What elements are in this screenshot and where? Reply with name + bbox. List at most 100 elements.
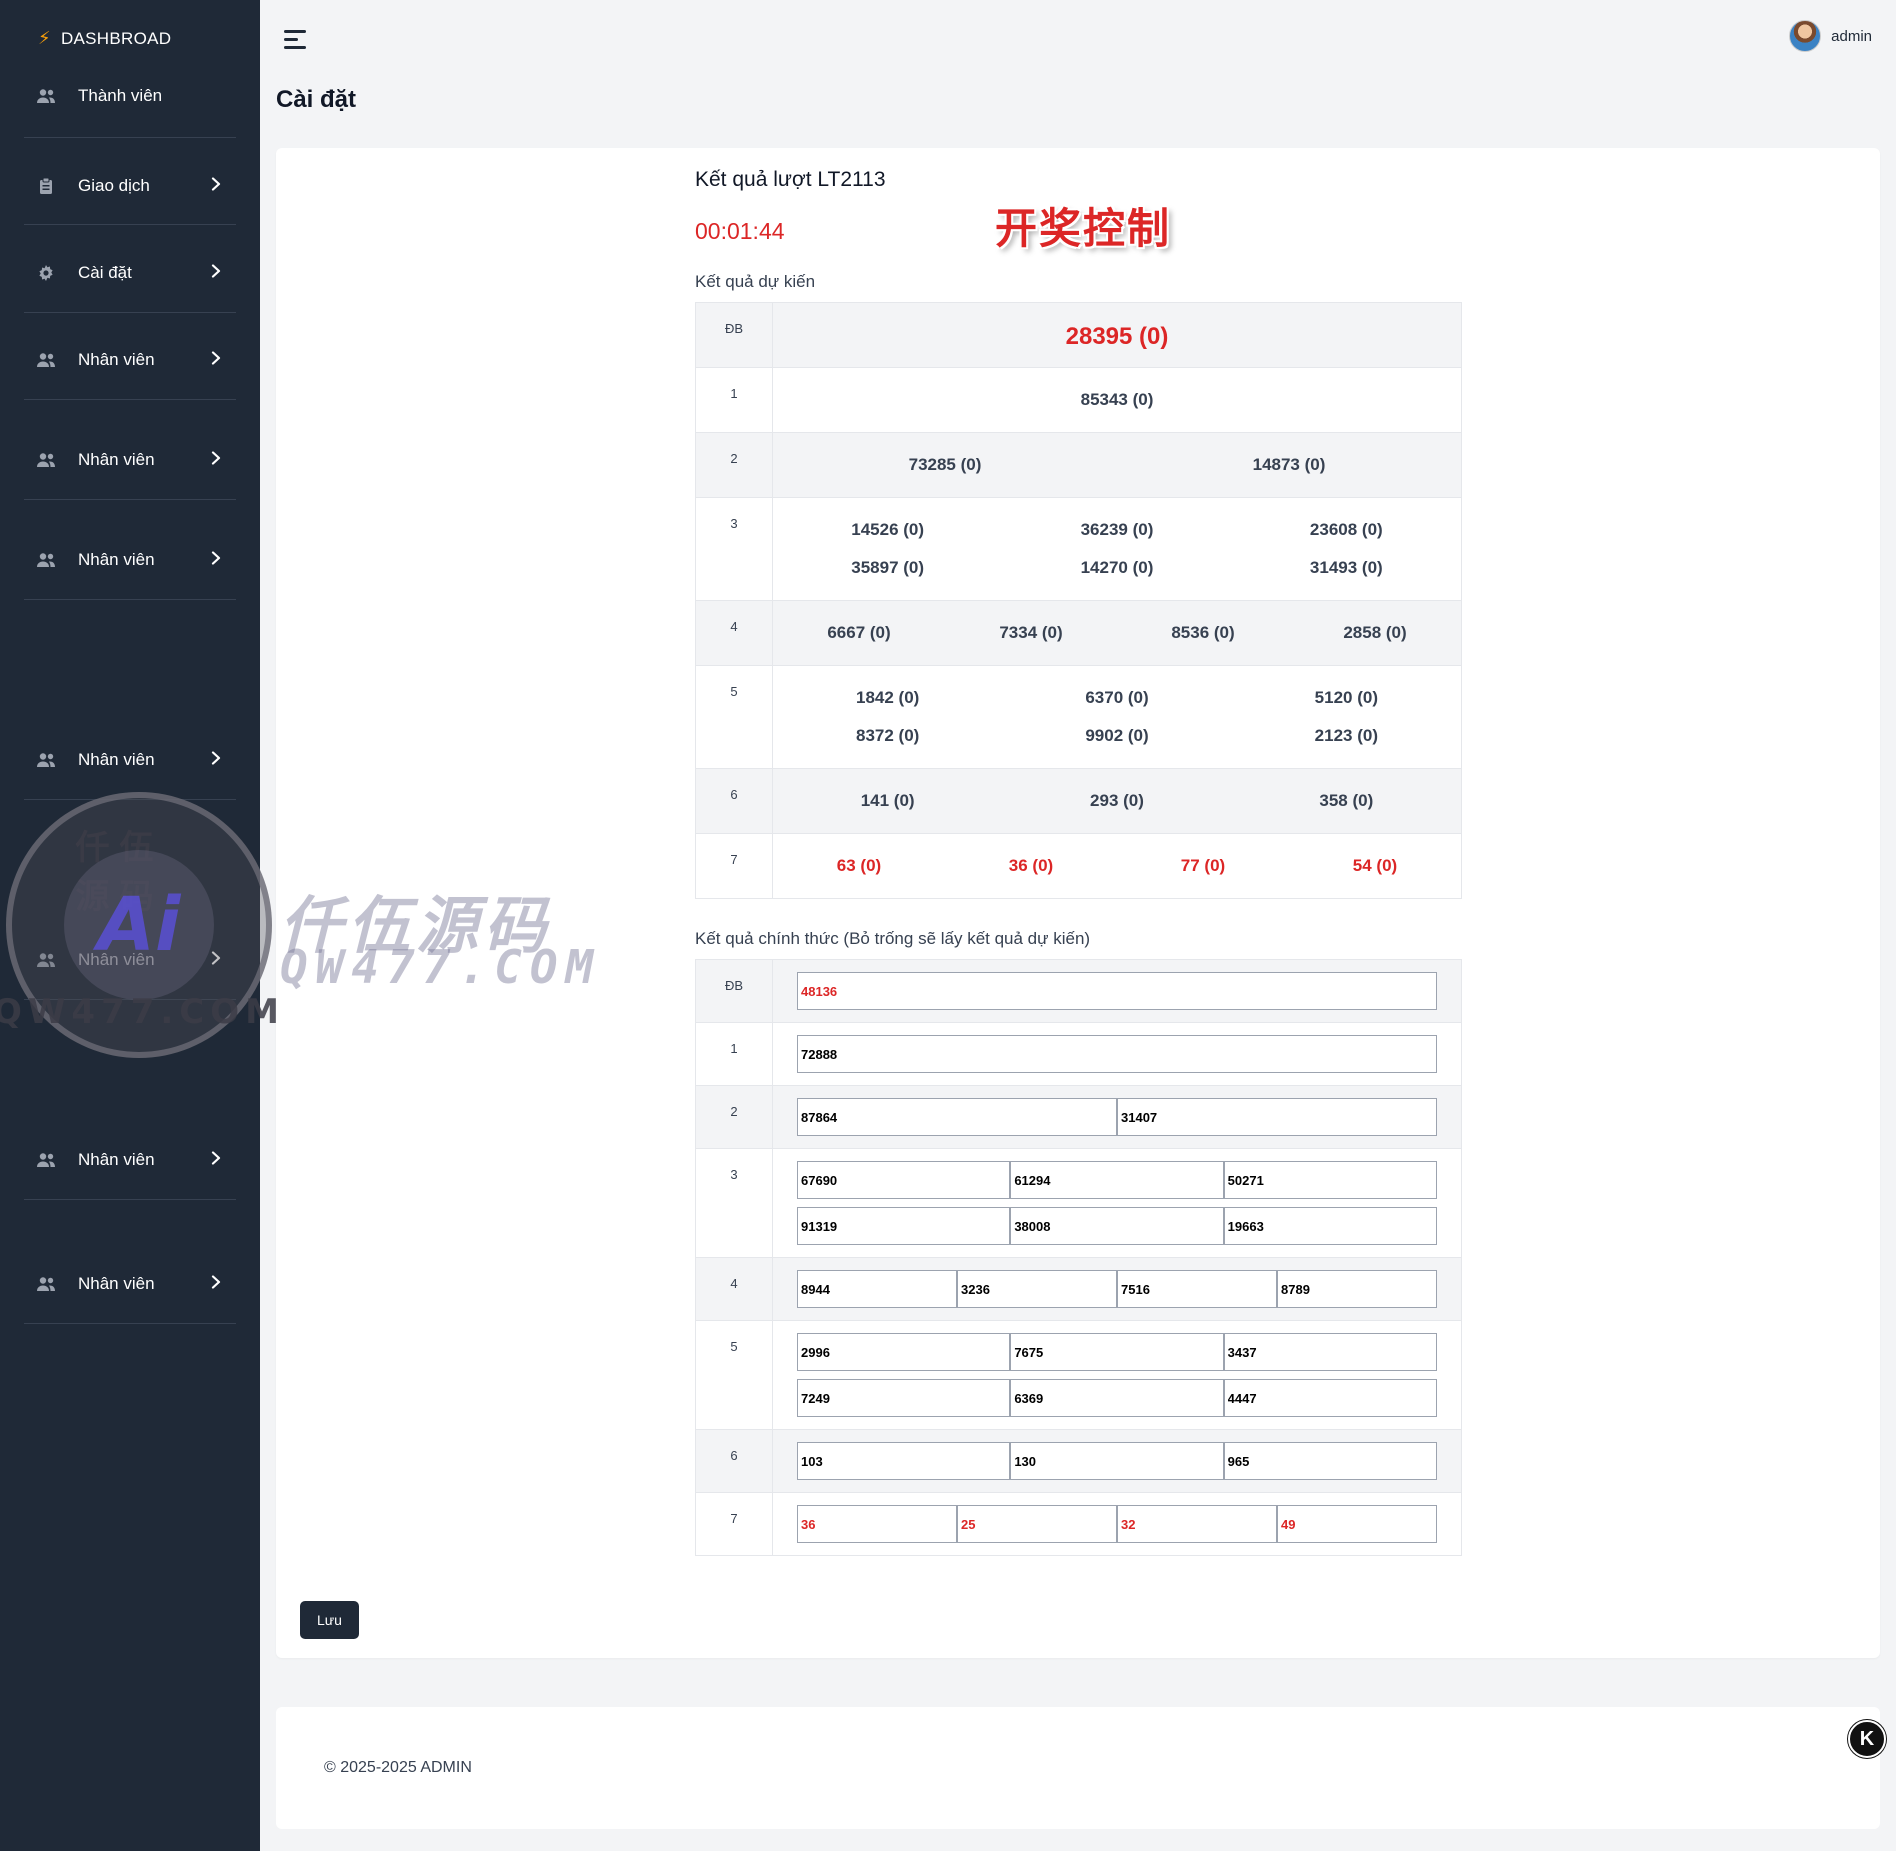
- clipboard-icon: [36, 176, 56, 196]
- official-result-input[interactable]: [1010, 1207, 1224, 1245]
- sidebar-item-label: Nhân viên: [78, 749, 155, 769]
- prize-label: 4: [695, 600, 773, 666]
- chevron-right-icon: [206, 1148, 226, 1171]
- prize-row: 7: [695, 1492, 1462, 1556]
- sidebar-item-giao-dich[interactable]: Giao dịch: [24, 174, 236, 197]
- prize-row: ĐB 28395 (0): [695, 302, 1462, 368]
- chevron-right-icon: [206, 348, 226, 371]
- prize-values: [772, 1429, 1462, 1493]
- save-button[interactable]: Lưu: [300, 1601, 359, 1639]
- official-result-input[interactable]: [1223, 1207, 1437, 1245]
- prize-label: 5: [695, 665, 773, 769]
- prize-values: [772, 1085, 1462, 1149]
- prize-label: 4: [695, 1257, 773, 1321]
- official-result-input[interactable]: [797, 1207, 1011, 1245]
- prize-label: 1: [695, 1022, 773, 1086]
- official-result-input[interactable]: [1010, 1161, 1224, 1199]
- chevron-right-icon: [206, 448, 226, 471]
- sidebar-item-nhan-vien[interactable]: Nhân viên: [24, 1272, 236, 1295]
- prize-label: ĐB: [695, 959, 773, 1023]
- users-icon: [36, 1274, 56, 1294]
- official-result-input[interactable]: [797, 1098, 1117, 1136]
- brand[interactable]: ⚡ DASHBROAD: [38, 28, 171, 49]
- prize-label: 5: [695, 1320, 773, 1430]
- prize-label: 3: [695, 1148, 773, 1258]
- round-title: Kết quả lượt LT2113: [695, 168, 886, 191]
- prize-row: 2 73285 (0) 14873 (0): [695, 432, 1462, 498]
- expected-results-table: ĐB 28395 (0) 1 85343 (0) 2 73285 (0) 14873 (0)…: [695, 302, 1462, 899]
- avatar: [1789, 20, 1822, 52]
- chevron-right-icon: [206, 261, 226, 284]
- official-result-input[interactable]: [797, 1333, 1011, 1371]
- official-result-input[interactable]: [797, 1442, 1011, 1480]
- sidebar-item-nhan-vien[interactable]: Nhân viên: [24, 748, 236, 771]
- official-result-input[interactable]: [1223, 1442, 1437, 1480]
- official-result-input[interactable]: [1223, 1161, 1437, 1199]
- sidebar-divider: [24, 999, 236, 1000]
- sidebar-item-label: Cài đặt: [78, 262, 132, 282]
- sidebar-item-label: Nhân viên: [78, 549, 155, 569]
- user-menu[interactable]: admin: [1789, 20, 1872, 52]
- sidebar-item-label: Thành viên: [78, 86, 163, 105]
- official-result-input[interactable]: [797, 1505, 957, 1543]
- prize-values: [772, 1148, 1462, 1258]
- sidebar-divider: [24, 312, 236, 313]
- expected-result-value: 36 (0): [1008, 856, 1054, 875]
- prize-row: 1: [695, 1022, 1462, 1086]
- sidebar-item-label: Nhân viên: [78, 449, 155, 469]
- official-result-input[interactable]: [1223, 1333, 1437, 1371]
- expected-results-label: Kết quả dự kiến: [695, 272, 816, 291]
- sidebar-item-nhan-vien[interactable]: Nhân viên: [24, 448, 236, 471]
- sidebar-item-nhan-vien[interactable]: Nhân viên: [24, 1148, 236, 1171]
- sidebar-item-thanh-vien[interactable]: Thành viên: [24, 86, 236, 106]
- official-result-input[interactable]: [797, 1379, 1011, 1417]
- official-result-input[interactable]: [797, 1161, 1011, 1199]
- prize-label: 6: [695, 768, 773, 834]
- prize-row: 6: [695, 1429, 1462, 1493]
- sidebar-item-nhan-vien[interactable]: Nhân viên: [24, 548, 236, 571]
- sidebar-item-nhan-vien[interactable]: Nhân viên: [24, 948, 236, 971]
- users-icon: [36, 350, 56, 370]
- prize-row: 2: [695, 1085, 1462, 1149]
- sidebar-divider: [24, 224, 236, 225]
- expected-result-value: 9902 (0): [1085, 726, 1149, 745]
- expected-result-value: 35897 (0): [851, 558, 925, 577]
- users-icon: [36, 750, 56, 770]
- official-result-input[interactable]: [1223, 1379, 1437, 1417]
- expected-result-value: 73285 (0): [908, 455, 982, 474]
- official-result-input[interactable]: [1010, 1379, 1224, 1417]
- official-result-input[interactable]: [1010, 1333, 1224, 1371]
- prize-row: 1 85343 (0): [695, 367, 1462, 433]
- gear-icon: [36, 263, 56, 283]
- official-result-input[interactable]: [1277, 1270, 1437, 1308]
- prize-values: [772, 1492, 1462, 1556]
- prize-label: 3: [695, 497, 773, 601]
- official-result-input[interactable]: [797, 1035, 1437, 1073]
- chevron-right-icon: [206, 548, 226, 571]
- prize-values: 141 (0) 293 (0) 358 (0): [772, 768, 1462, 834]
- menu-toggle-icon[interactable]: [284, 28, 310, 50]
- prize-row: 4 6667 (0) 7334 (0) 8536 (0) 2858 (0): [695, 600, 1462, 666]
- expected-result-value: 6370 (0): [1085, 688, 1149, 707]
- sidebar-item-cai-dat[interactable]: Cài đặt: [24, 261, 236, 284]
- users-icon: [36, 450, 56, 470]
- sidebar-item-nhan-vien[interactable]: Nhân viên: [24, 348, 236, 371]
- official-result-input[interactable]: [957, 1505, 1117, 1543]
- expected-result-value: 8536 (0): [1171, 623, 1235, 642]
- prize-label: ĐB: [695, 302, 773, 368]
- sidebar: ⚡ DASHBROAD Thành viên Giao dịch Cài đặt Nh…: [0, 0, 260, 1851]
- official-result-input[interactable]: [1117, 1270, 1277, 1308]
- official-result-input[interactable]: [797, 1270, 957, 1308]
- footer: © 2025-2025 ADMIN: [276, 1707, 1880, 1829]
- official-result-input[interactable]: [1117, 1098, 1437, 1136]
- chevron-right-icon: [206, 948, 226, 971]
- sidebar-divider: [24, 399, 236, 400]
- official-result-input[interactable]: [957, 1270, 1117, 1308]
- official-result-input[interactable]: [1010, 1442, 1224, 1480]
- official-result-input[interactable]: [1117, 1505, 1277, 1543]
- official-result-input[interactable]: [797, 972, 1437, 1010]
- k-badge-icon[interactable]: K: [1848, 1720, 1886, 1758]
- official-result-input[interactable]: [1277, 1505, 1437, 1543]
- prize-label: 2: [695, 1085, 773, 1149]
- user-name: admin: [1831, 27, 1872, 45]
